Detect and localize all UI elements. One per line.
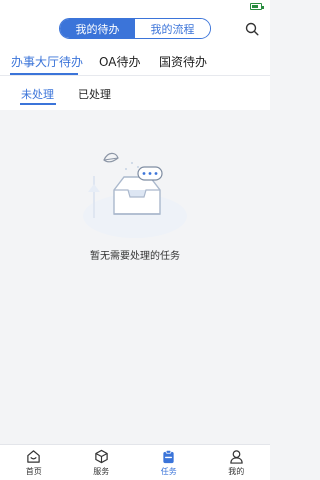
- subtab-processed[interactable]: 已处理: [78, 86, 111, 102]
- nav-service[interactable]: 服务: [68, 445, 136, 480]
- nav-home[interactable]: 首页: [0, 445, 68, 480]
- segment-my-process[interactable]: 我的流程: [135, 19, 210, 38]
- tab-state-assets-todo[interactable]: 国资待办: [159, 53, 207, 70]
- segment-my-todo[interactable]: 我的待办: [60, 19, 135, 38]
- active-tab-indicator: [10, 73, 78, 75]
- status-subtabs: 未处理 已处理: [0, 80, 270, 110]
- clipboard-icon: [163, 450, 174, 464]
- search-icon[interactable]: [245, 21, 259, 36]
- subtab-unprocessed[interactable]: 未处理: [21, 86, 54, 102]
- battery-icon: [250, 3, 264, 10]
- nav-mine[interactable]: 我的: [203, 445, 271, 480]
- nav-service-label: 服务: [93, 467, 110, 476]
- tab-oa-todo[interactable]: OA待办: [99, 53, 140, 70]
- home-icon: [27, 450, 40, 463]
- cube-icon: [95, 449, 108, 464]
- empty-inbox-icon: [78, 148, 192, 244]
- active-subtab-indicator: [20, 103, 56, 105]
- empty-state-message: 暂无需要处理的任务: [90, 251, 180, 262]
- nav-task[interactable]: 任务: [135, 445, 203, 480]
- nav-mine-label: 我的: [228, 467, 245, 476]
- user-icon: [230, 450, 243, 464]
- bottom-nav: 首页 服务 任务 我的: [0, 444, 270, 480]
- nav-home-label: 首页: [25, 467, 42, 476]
- category-tabs: 办事大厅待办 OA待办 国资待办: [0, 44, 270, 76]
- nav-task-label: 任务: [160, 467, 177, 476]
- segment-switch: 我的待办 我的流程: [59, 18, 211, 39]
- tab-service-hall-todo[interactable]: 办事大厅待办: [11, 53, 83, 70]
- status-bar: [0, 0, 270, 14]
